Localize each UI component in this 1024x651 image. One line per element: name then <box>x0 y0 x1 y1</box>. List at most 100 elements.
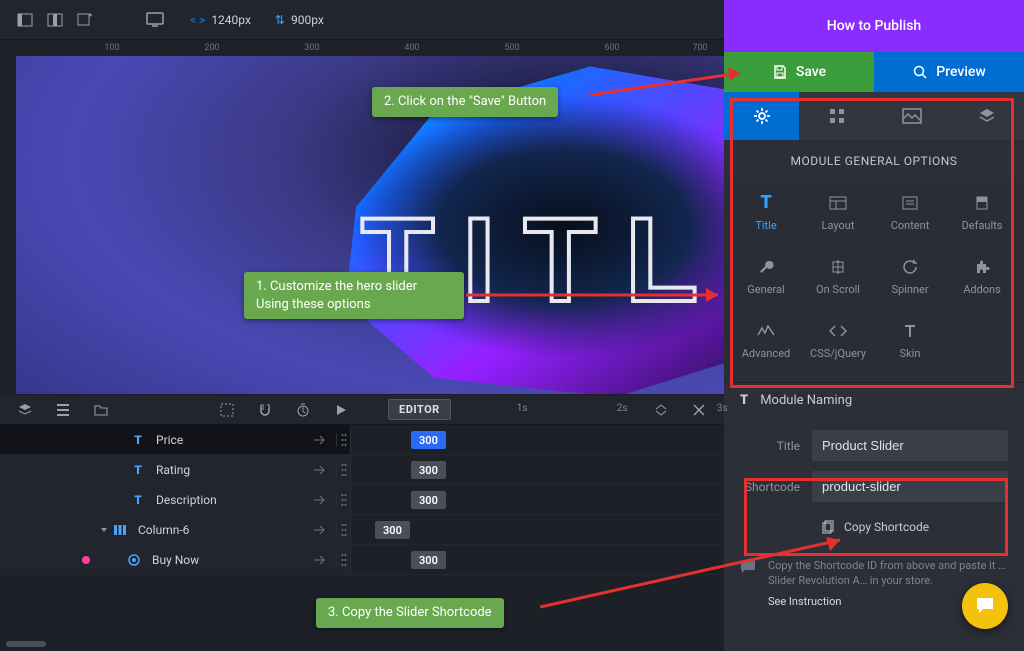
timeline-track[interactable]: 300 <box>350 455 724 484</box>
desktop-icon[interactable] <box>140 5 170 35</box>
copy-icon <box>822 520 836 534</box>
keyframe-chip[interactable]: 300 <box>411 491 446 509</box>
panel-left-icon[interactable] <box>10 5 40 35</box>
status-dot <box>82 556 90 564</box>
tab-move[interactable] <box>799 92 874 140</box>
opt-title[interactable]: TTitle <box>732 182 800 242</box>
tab-layers[interactable] <box>949 92 1024 140</box>
right-panel: MODULE GENERAL OPTIONS TTitle Layout Con… <box>724 92 1024 651</box>
content-icon <box>900 193 920 213</box>
expand-toggle[interactable] <box>96 525 112 535</box>
wrench-icon <box>756 257 776 277</box>
expand-icon[interactable] <box>646 395 676 425</box>
timeline-track[interactable]: 300 <box>350 485 724 514</box>
tab-gear[interactable] <box>724 92 799 140</box>
see-instruction-link[interactable]: See Instruction <box>768 595 841 608</box>
timeline-toolbar: EDITOR 1s 2s 3s <box>0 395 724 425</box>
drag-handle[interactable] <box>336 463 350 477</box>
spinner-icon <box>900 257 920 277</box>
drag-handle[interactable] <box>336 433 350 447</box>
magnet-icon[interactable] <box>250 395 280 425</box>
panel-center-icon[interactable] <box>40 5 70 35</box>
callout-1: 1. Customize the hero slider Using these… <box>244 272 464 319</box>
editor-pill[interactable]: EDITOR <box>388 399 451 420</box>
text-icon: T <box>130 493 146 507</box>
layout-icon <box>828 193 848 213</box>
column-icon <box>112 524 128 536</box>
layer-name: Price <box>156 433 302 447</box>
layer-name: Description <box>156 493 302 507</box>
comment-icon <box>740 560 756 574</box>
layer-name: Rating <box>156 463 302 477</box>
layer-name: Buy Now <box>152 553 302 567</box>
shortcode-help-text: Copy the Shortcode ID from above and pas… <box>768 558 1008 589</box>
advanced-icon <box>756 321 776 341</box>
module-options-grid: TTitle Layout Content Defaults General O… <box>724 182 1024 382</box>
module-title-field: Title <box>740 430 1008 461</box>
timeline-track[interactable]: 300 <box>350 425 724 454</box>
list-icon[interactable] <box>48 395 78 425</box>
timeline-row[interactable]: T Description 300 <box>0 485 724 515</box>
opt-layout[interactable]: Layout <box>804 182 872 242</box>
preview-button[interactable]: Preview <box>874 52 1024 92</box>
stopwatch-icon[interactable] <box>288 395 318 425</box>
ruler-horizontal: 100 200 300 400 500 600 700 <box>0 40 724 56</box>
drag-handle[interactable] <box>336 523 350 537</box>
timeline-row[interactable]: Column-6 300 <box>0 515 724 545</box>
module-naming-header: T Module Naming <box>724 382 1024 418</box>
opt-onscroll[interactable]: On Scroll <box>804 246 872 306</box>
copy-shortcode-button[interactable]: Copy Shortcode <box>822 512 929 542</box>
tab-image[interactable] <box>874 92 949 140</box>
grid-icon[interactable] <box>212 395 242 425</box>
arrow-right-icon[interactable] <box>302 495 336 505</box>
skin-icon <box>900 321 920 341</box>
drag-handle[interactable] <box>336 493 350 507</box>
puzzle-icon <box>972 257 992 277</box>
layer-name: Column-6 <box>138 523 302 537</box>
timeline-track[interactable]: 300 <box>350 515 724 544</box>
panel-add-icon[interactable] <box>70 5 100 35</box>
keyframe-chip[interactable]: 300 <box>411 431 446 449</box>
canvas-dimensions[interactable]: < >1240px ⇅900px <box>190 13 324 27</box>
chat-fab[interactable] <box>962 583 1008 629</box>
module-shortcode-input[interactable] <box>812 471 1008 502</box>
opt-advanced[interactable]: Advanced <box>732 310 800 370</box>
opt-general[interactable]: General <box>732 246 800 306</box>
save-preview-bar: Save Preview <box>724 52 1024 92</box>
module-title-input[interactable] <box>812 430 1008 461</box>
opt-content[interactable]: Content <box>876 182 944 242</box>
opt-spinner[interactable]: Spinner <box>876 246 944 306</box>
drag-handle[interactable] <box>336 553 350 567</box>
opt-cssjquery[interactable]: CSS/jQuery <box>804 310 872 370</box>
module-shortcode-field: Shortcode <box>740 471 1008 502</box>
defaults-icon <box>972 193 992 213</box>
arrow-right-icon[interactable] <box>302 435 336 445</box>
arrow-right-icon[interactable] <box>302 525 336 535</box>
layers-small-icon[interactable] <box>10 395 40 425</box>
folder-icon[interactable] <box>86 395 116 425</box>
callout-2: 2. Click on the "Save" Button <box>372 87 558 117</box>
callout-3: 3. Copy the Slider Shortcode <box>316 598 504 628</box>
close-icon[interactable] <box>684 395 714 425</box>
chat-icon <box>974 595 996 617</box>
arrow-right-icon[interactable] <box>302 465 336 475</box>
keyframe-chip[interactable]: 300 <box>411 461 446 479</box>
slide-canvas[interactable]: TITL <box>16 56 724 394</box>
keyframe-chip[interactable]: 300 <box>375 521 410 539</box>
title-icon: T <box>756 193 776 213</box>
opt-defaults[interactable]: Defaults <box>948 182 1016 242</box>
opt-skin[interactable]: Skin <box>876 310 944 370</box>
save-button[interactable]: Save <box>724 52 874 92</box>
play-icon[interactable] <box>326 395 356 425</box>
how-to-publish-banner[interactable]: How to Publish <box>724 0 1024 52</box>
scrollbar-thumb[interactable] <box>6 641 46 647</box>
timeline-row[interactable]: TRating300 <box>0 455 724 485</box>
keyframe-chip[interactable]: 300 <box>411 551 446 569</box>
onscroll-icon <box>828 257 848 277</box>
image-icon <box>902 108 922 124</box>
arrow-right-icon[interactable] <box>302 555 336 565</box>
timeline-row[interactable]: TPrice300 <box>0 425 724 455</box>
timeline-track[interactable]: 300 <box>350 545 724 574</box>
timeline-row[interactable]: Buy Now 300 <box>0 545 724 575</box>
opt-addons[interactable]: Addons <box>948 246 1016 306</box>
